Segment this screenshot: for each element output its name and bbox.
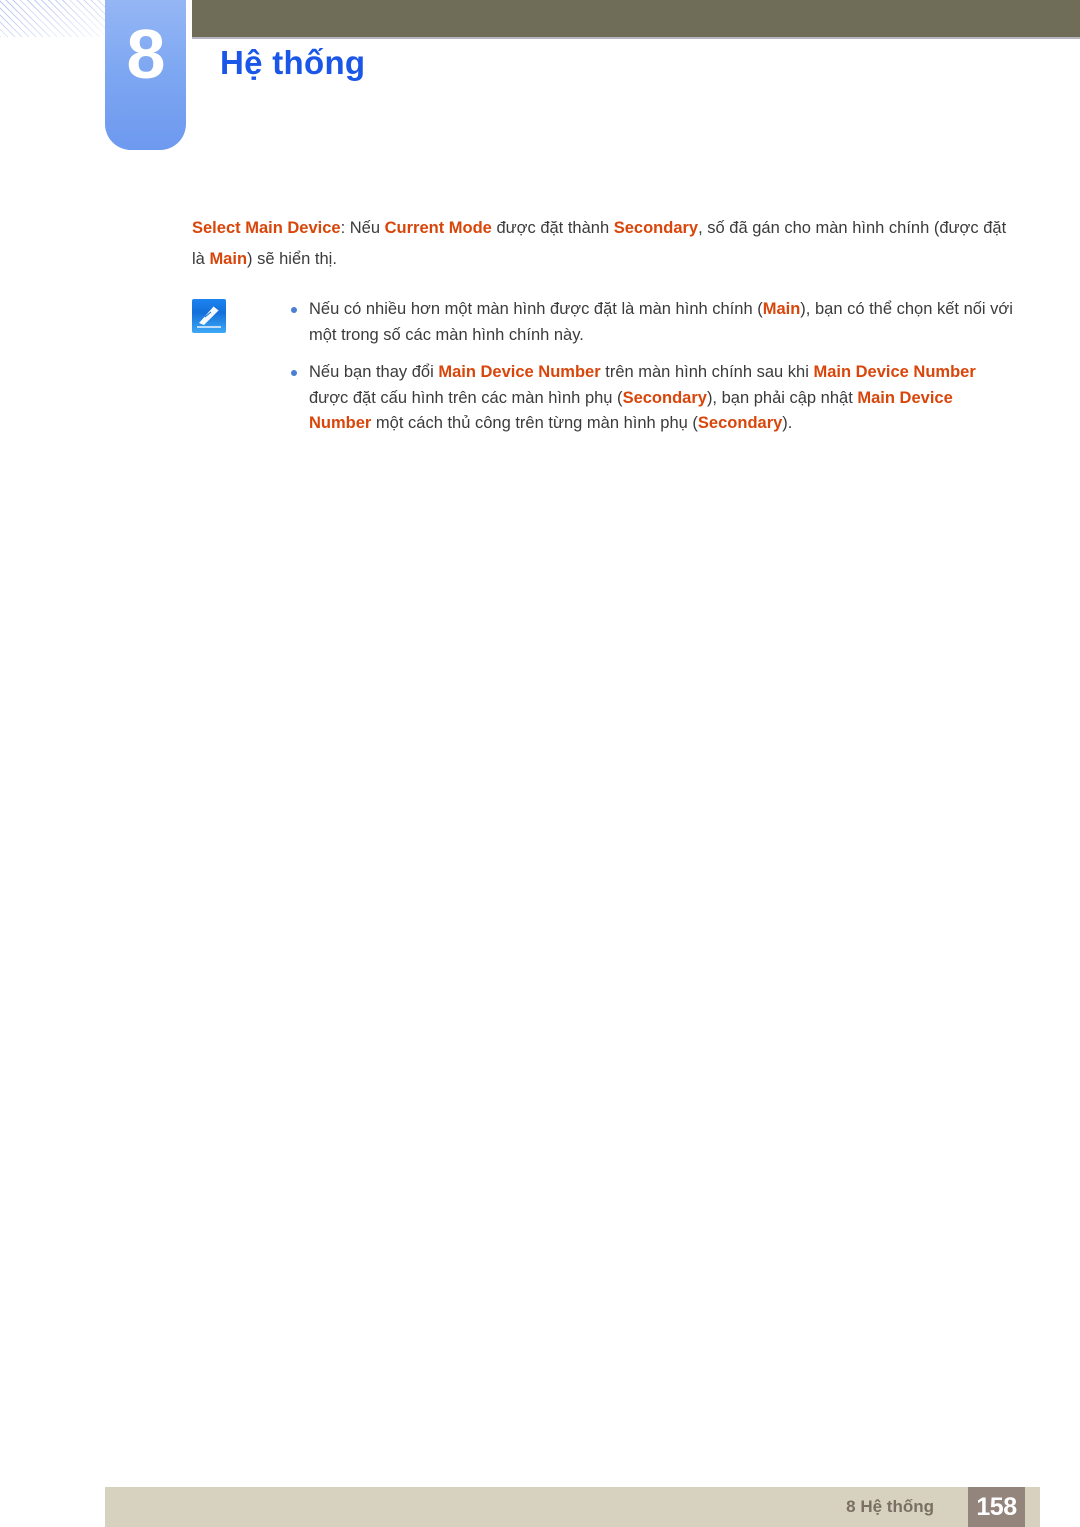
chapter-title: Hệ thống <box>220 44 366 81</box>
keyword-select-main-device: Select Main Device <box>192 219 341 237</box>
hatch-decoration <box>0 0 106 37</box>
keyword-current-mode: Current Mode <box>384 219 492 237</box>
bullet-dot-icon <box>291 370 297 376</box>
keyword-main-device-number: Main Device Number <box>438 363 601 381</box>
chapter-number-badge: 8 <box>105 0 186 150</box>
keyword-main-device-number: Main Device Number <box>813 363 976 381</box>
bullet2-text-3: được đặt cấu hình trên các màn hình phụ … <box>309 388 623 407</box>
keyword-main: Main <box>762 300 801 318</box>
page-number: 158 <box>976 1493 1017 1521</box>
bullet2-text-2: trên màn hình chính sau khi <box>600 363 814 381</box>
intro-paragraph: Select Main Device: Nếu Current Mode đượ… <box>192 213 1018 275</box>
note-pencil-icon <box>192 299 226 333</box>
header-color-bar <box>192 0 1080 37</box>
footer-chapter-label: 8 Hệ thống <box>846 1497 934 1516</box>
bullet2-text-4: ), bạn phải cập nhật <box>706 388 858 407</box>
bullet2-text-1: Nếu bạn thay đổi <box>309 363 439 381</box>
keyword-secondary: Secondary <box>613 219 699 237</box>
keyword-secondary: Secondary <box>697 414 783 432</box>
page-header: 8 Hệ thống <box>0 0 1080 160</box>
note-bullet-list: Nếu có nhiều hơn một màn hình được đặt l… <box>277 297 1018 437</box>
note-block: Nếu có nhiều hơn một màn hình được đặt l… <box>192 297 1018 437</box>
keyword-secondary: Secondary <box>622 388 707 407</box>
list-item: Nếu có nhiều hơn một màn hình được đặt l… <box>277 297 1018 348</box>
bullet2-text-5: một cách thủ công trên từng màn hình phụ… <box>371 414 698 432</box>
keyword-main: Main <box>209 250 248 268</box>
bullet2-text-6: ). <box>782 414 793 432</box>
header-bar-edge <box>192 37 1080 39</box>
bullet-dot-icon <box>291 307 297 313</box>
page-number-box: 158 <box>968 1487 1025 1527</box>
intro-text-4: ) sẽ hiển thị. <box>247 250 337 268</box>
page-content: Select Main Device: Nếu Current Mode đượ… <box>192 213 1018 437</box>
intro-text-2: được đặt thành <box>491 219 614 237</box>
chapter-number: 8 <box>126 15 166 93</box>
list-item: Nếu bạn thay đổi Main Device Number trên… <box>277 360 1018 437</box>
bullet1-text-1: Nếu có nhiều hơn một màn hình được đặt l… <box>309 300 763 318</box>
intro-text-1: : Nếu <box>340 219 385 237</box>
page-footer: 8 Hệ thống 158 <box>105 1487 1040 1527</box>
